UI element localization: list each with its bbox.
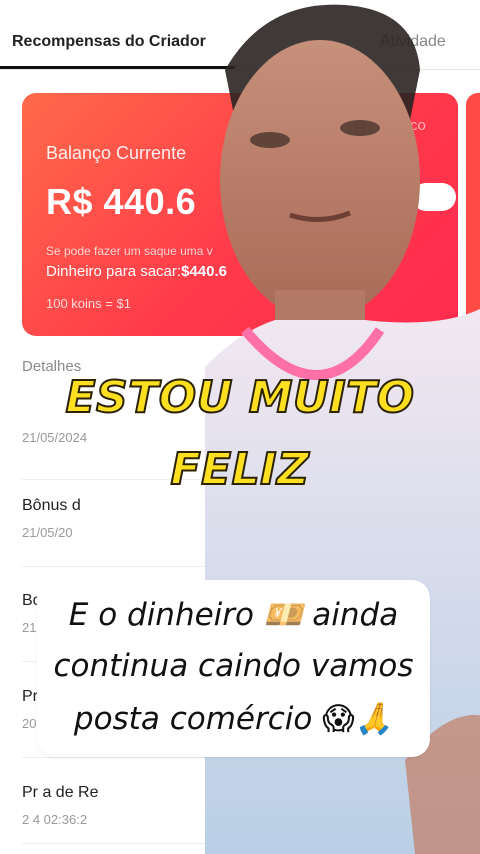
withdraw-label: Dinheiro para sacar: [46,263,182,280]
withdraw-available: Dinheiro para sacar:$440.6 [46,263,227,280]
headline-caption-line-1: ESTOU MUITO [64,371,415,424]
caption-line-2: continua caindo vamos [53,648,414,684]
tab-creator-rewards[interactable]: Recompensas do Criador [12,33,206,51]
caption-line-1: E o dinheiro 💴 ainda [68,597,399,633]
active-tab-indicator [0,66,235,69]
conversion-rate: 100 koins = $1 [46,296,131,311]
withdraw-note: Se pode fazer um saque uma v [46,244,213,258]
balance-amount: R$ 440.6 [46,181,197,222]
balance-label: Balanço Currente [46,143,187,163]
headline-caption-line-2: FELIZ [170,443,310,496]
caption-line-3: posta comércio 😱🙏 [73,701,394,737]
caption-bubble: E o dinheiro 💴 ainda continua caindo vam… [37,580,430,757]
